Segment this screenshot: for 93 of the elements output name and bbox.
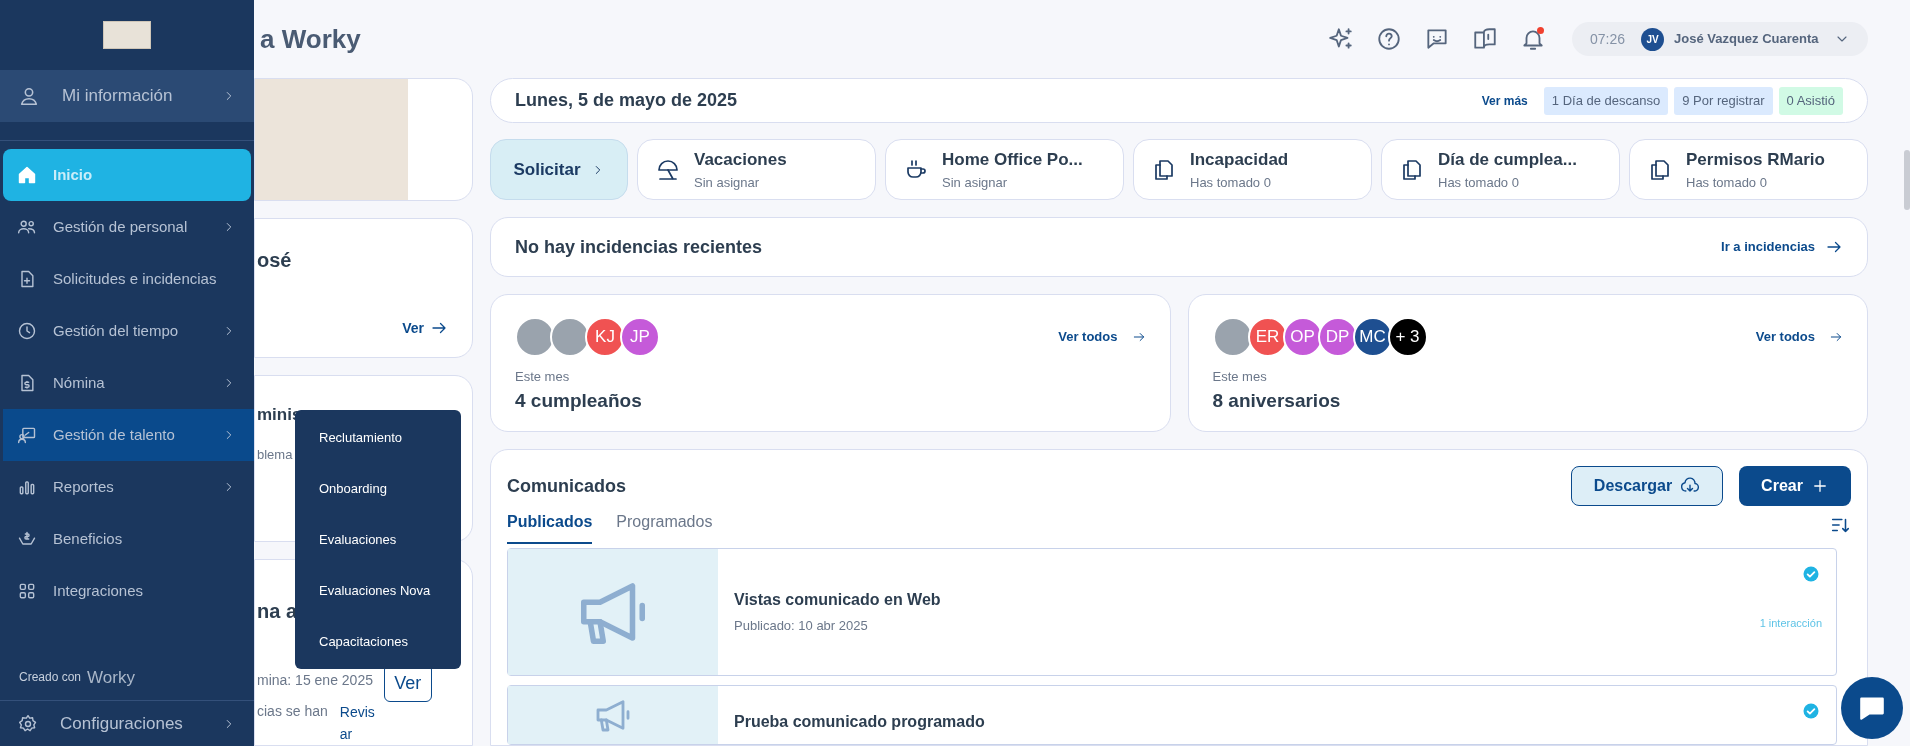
book-icon[interactable] bbox=[1472, 26, 1498, 52]
presentation-icon bbox=[17, 425, 37, 445]
initials-avatar: OP bbox=[1282, 317, 1323, 357]
download-button[interactable]: Descargar bbox=[1571, 466, 1723, 506]
status-badge: 1 Día de descanso bbox=[1543, 86, 1669, 115]
announcement-card[interactable]: Vistas comunicado en Web Publicado: 10 abr 2025 1 interacción bbox=[507, 548, 1837, 676]
submenu-item[interactable]: Reclutamiento bbox=[295, 412, 461, 463]
clock-time: 07:26 bbox=[1590, 29, 1626, 49]
greeting-text: osé bbox=[257, 247, 293, 273]
period-label: Este mes bbox=[515, 368, 571, 386]
tab[interactable]: Publicados bbox=[507, 510, 593, 544]
announcement-title: Prueba comunicado programado bbox=[734, 712, 985, 732]
period-label: Este mes bbox=[1212, 368, 1268, 386]
user-avatar: JV bbox=[1641, 27, 1665, 51]
user-name: José Vazquez Cuarenta bbox=[1674, 30, 1820, 49]
tab[interactable]: Programados bbox=[616, 510, 713, 544]
sidebar-item[interactable]: Integraciones bbox=[3, 565, 254, 617]
initials-avatar: KJ bbox=[585, 317, 625, 357]
settings-icon bbox=[18, 713, 38, 734]
sidebar-item[interactable]: Gestión del tiempo bbox=[3, 305, 254, 357]
documents-icon bbox=[1648, 157, 1672, 182]
request-subtitle: Sin asignar bbox=[942, 173, 1009, 192]
created-with-label: Creado con bbox=[19, 669, 82, 686]
sidebar-item[interactable]: Solicitudes e incidencias bbox=[3, 253, 254, 305]
initials-avatar: JP bbox=[620, 317, 660, 357]
review-link[interactable]: Revis ar bbox=[339, 701, 376, 745]
sidebar-item[interactable]: Nómina bbox=[3, 357, 254, 409]
arrow-right-icon bbox=[1829, 330, 1843, 344]
incidents-link[interactable]: Ir a incidencias bbox=[1721, 237, 1843, 257]
request-button[interactable]: Solicitar bbox=[490, 139, 628, 200]
documents-icon bbox=[1400, 157, 1424, 182]
company-logo-image bbox=[103, 21, 151, 49]
request-title: Día de cumplea... bbox=[1438, 149, 1577, 171]
current-date: Lunes, 5 de mayo de 2025 bbox=[515, 89, 739, 112]
request-title: Vacaciones bbox=[694, 149, 787, 171]
initials-avatar: + 3 bbox=[1387, 317, 1428, 357]
user-icon bbox=[18, 85, 40, 107]
initials-avatar: DP bbox=[1317, 317, 1358, 357]
scrollbar-thumb bbox=[1904, 150, 1910, 210]
submenu-item[interactable]: Evaluaciones bbox=[295, 514, 461, 565]
grid-icon bbox=[17, 581, 37, 601]
view-link[interactable]: Ver bbox=[402, 317, 448, 339]
see-all-link[interactable]: Ver todos bbox=[1058, 327, 1146, 347]
request-type-card[interactable]: Permisos RMario Has tomado 0 bbox=[1629, 139, 1868, 200]
profile-menu-item[interactable]: Mi información bbox=[0, 70, 254, 122]
clock-icon bbox=[17, 321, 37, 341]
request-type-card[interactable]: Vacaciones Sin asignar bbox=[637, 139, 876, 200]
chat-smile-icon[interactable] bbox=[1424, 26, 1450, 52]
see-all-link[interactable]: Ver todos bbox=[1755, 327, 1843, 347]
create-button[interactable]: Crear bbox=[1739, 466, 1851, 506]
people-icon bbox=[17, 217, 37, 237]
payroll-date: mina: 15 ene 2025 bbox=[257, 671, 374, 690]
sparkles-icon[interactable] bbox=[1328, 26, 1354, 52]
request-type-card[interactable]: Incapacidad Has tomado 0 bbox=[1133, 139, 1372, 200]
brand-wordmark: Worky bbox=[87, 669, 135, 686]
request-subtitle: Has tomado 0 bbox=[1686, 173, 1768, 192]
page-title: a Worky bbox=[260, 22, 362, 56]
sidebar-item[interactable]: Beneficios bbox=[3, 513, 254, 565]
status-badge: 9 Por registrar bbox=[1674, 86, 1773, 115]
incidents-message: No hay incidencias recientes bbox=[515, 235, 764, 259]
status-badge: 0 Asistió bbox=[1778, 86, 1843, 115]
celebration-count: 4 cumpleaños bbox=[515, 388, 643, 413]
request-title: Incapacidad bbox=[1190, 149, 1289, 171]
beach-umbrella-icon bbox=[656, 157, 680, 182]
publish-date: Publicado: 10 abr 2025 bbox=[734, 617, 868, 636]
request-type-card[interactable]: Día de cumplea... Has tomado 0 bbox=[1381, 139, 1620, 200]
card-text: cias se han bbox=[257, 702, 328, 721]
card-text: blema bbox=[257, 446, 293, 465]
interactions-count: 1 interacción bbox=[1759, 616, 1822, 631]
arrow-right-icon bbox=[1131, 330, 1146, 344]
request-title: Permisos RMario bbox=[1686, 149, 1825, 171]
celebration-count: 8 aniversarios bbox=[1212, 388, 1342, 413]
submenu-item[interactable]: Capacitaciones bbox=[295, 616, 461, 667]
see-more-link[interactable]: Ver más bbox=[1481, 91, 1528, 110]
sidebar-item[interactable]: Gestión de personal bbox=[3, 201, 254, 253]
help-icon[interactable] bbox=[1376, 26, 1402, 52]
submenu-item[interactable]: Onboarding bbox=[295, 463, 461, 514]
documents-icon bbox=[1152, 157, 1176, 182]
request-type-card[interactable]: Home Office Po... Sin asignar bbox=[885, 139, 1124, 200]
sidebar-item[interactable]: Reportes bbox=[3, 461, 254, 513]
announcement-title: Vistas comunicado en Web bbox=[734, 590, 941, 611]
section-title: Comunicados bbox=[507, 474, 627, 498]
initials-avatar: ER bbox=[1247, 317, 1288, 357]
announcement-card[interactable]: Prueba comunicado programado bbox=[507, 685, 1837, 745]
sidebar-item[interactable]: Gestión de talento bbox=[3, 409, 254, 461]
initials-avatar: MC bbox=[1352, 317, 1393, 357]
submenu-item[interactable]: Evaluaciones Nova bbox=[295, 565, 461, 616]
request-subtitle: Has tomado 0 bbox=[1190, 173, 1272, 192]
home-icon bbox=[17, 165, 37, 185]
request-subtitle: Sin asignar bbox=[694, 173, 761, 192]
user-menu[interactable]: 07:26 JV José Vazquez Cuarenta bbox=[1572, 22, 1868, 56]
request-title: Home Office Po... bbox=[942, 149, 1083, 171]
request-subtitle: Has tomado 0 bbox=[1438, 173, 1520, 192]
